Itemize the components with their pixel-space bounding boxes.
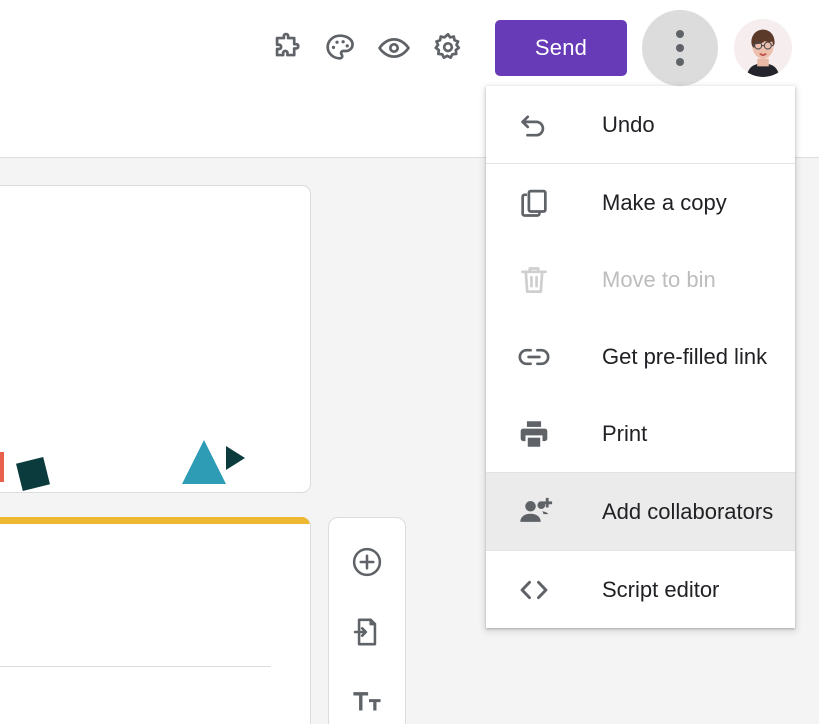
menu-item-label: Make a copy — [602, 189, 727, 215]
menu-item-label: Get pre-filled link — [602, 343, 768, 369]
overflow-menu: Undo Make a copy Move to bin Get pre-filled… — [486, 86, 795, 628]
add-collaborators-icon — [517, 494, 557, 530]
form-question-card[interactable]: " by — [0, 517, 311, 724]
menu-item-label: Undo — [602, 111, 655, 137]
send-button[interactable]: Send — [495, 20, 627, 76]
menu-item-label: Print — [602, 420, 648, 446]
add-title-icon[interactable] — [343, 678, 391, 724]
avatar[interactable] — [734, 19, 792, 77]
kebab-dot-icon — [676, 58, 684, 66]
menu-item-get-pre-filled-link[interactable]: Get pre-filled link — [486, 318, 795, 395]
palette-icon[interactable] — [313, 21, 367, 75]
eye-icon[interactable] — [367, 21, 421, 75]
question-accent-bar — [0, 517, 310, 524]
puzzle-icon[interactable] — [259, 21, 313, 75]
form-header-card[interactable]: onnect explore — [0, 185, 311, 493]
trash-icon — [517, 263, 557, 297]
import-questions-icon[interactable] — [343, 608, 391, 656]
menu-item-label: Add collaborators — [602, 498, 774, 524]
menu-item-print[interactable]: Print — [486, 395, 795, 472]
menu-item-label: Move to bin — [602, 266, 716, 292]
kebab-dot-icon — [676, 30, 684, 38]
menu-item-undo[interactable]: Undo — [486, 86, 795, 163]
print-icon — [517, 417, 557, 451]
menu-item-make-a-copy[interactable]: Make a copy — [486, 164, 795, 241]
more-options-button[interactable] — [642, 10, 718, 86]
undo-icon — [517, 108, 557, 142]
link-icon — [517, 340, 557, 374]
menu-item-script-editor[interactable]: Script editor — [486, 551, 795, 628]
copy-icon — [517, 186, 557, 220]
kebab-dot-icon — [676, 44, 684, 52]
question-underline — [0, 666, 271, 667]
add-question-icon[interactable] — [343, 538, 391, 586]
code-icon — [517, 573, 557, 607]
form-side-toolbar — [328, 517, 406, 724]
forms-editor-window: Send Undo Make a copy Move to bin Get pr… — [0, 0, 819, 724]
form-banner-art: onnect explore — [0, 362, 310, 492]
menu-item-label: Script editor — [602, 576, 720, 602]
menu-item-move-to-bin: Move to bin — [486, 241, 795, 318]
menu-item-add-collaborators[interactable]: Add collaborators — [486, 473, 795, 550]
gear-icon[interactable] — [421, 21, 475, 75]
header-toolbar: Send — [0, 0, 819, 96]
